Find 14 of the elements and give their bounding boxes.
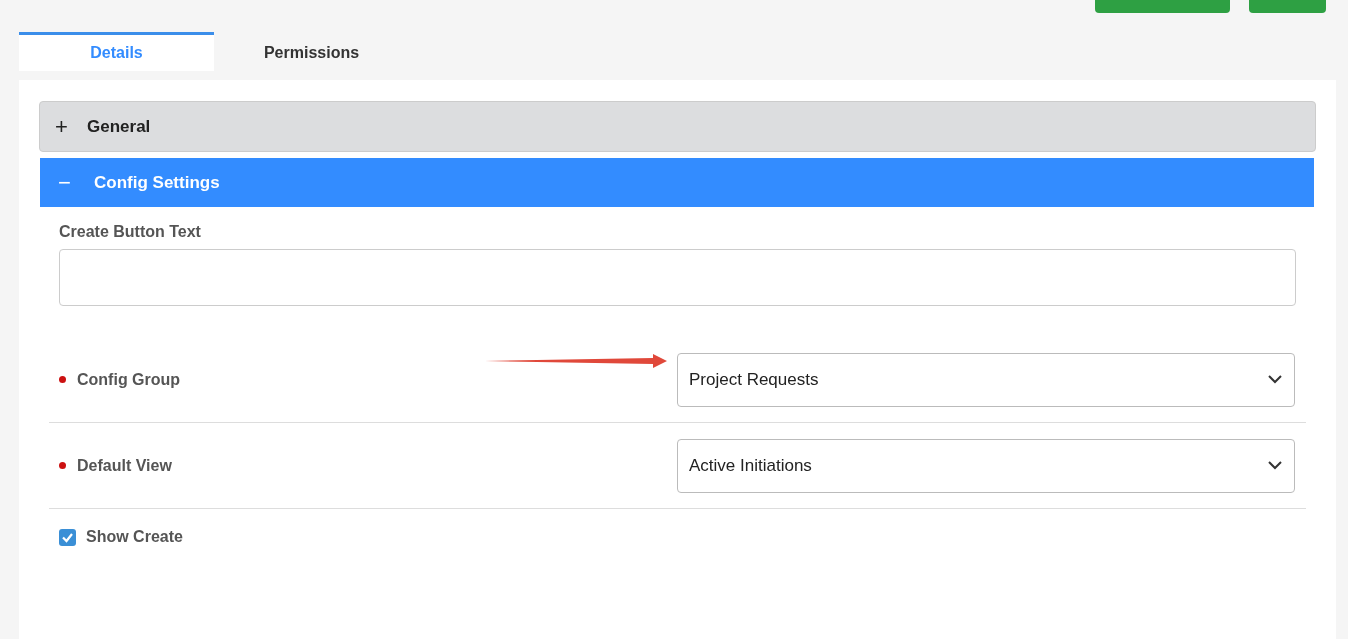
field-label: Default View bbox=[77, 456, 172, 475]
header-button[interactable] bbox=[1249, 0, 1326, 13]
field-label: Create Button Text bbox=[59, 223, 202, 241]
chevron-down-icon bbox=[1268, 375, 1282, 384]
accordion-header[interactable]: + General bbox=[39, 101, 1316, 152]
tab[interactable]: Permissions bbox=[214, 32, 409, 71]
checkbox[interactable] bbox=[59, 528, 76, 546]
dropdown[interactable]: Active Initiations bbox=[677, 438, 1295, 493]
dropdown[interactable]: Project Requests bbox=[677, 352, 1295, 407]
chevron-down-icon bbox=[1268, 461, 1282, 470]
input-field[interactable] bbox=[59, 249, 1296, 306]
checkbox-label: Show Create bbox=[86, 528, 183, 546]
header-button[interactable] bbox=[1095, 0, 1230, 13]
field-label: Config Group bbox=[77, 370, 181, 389]
